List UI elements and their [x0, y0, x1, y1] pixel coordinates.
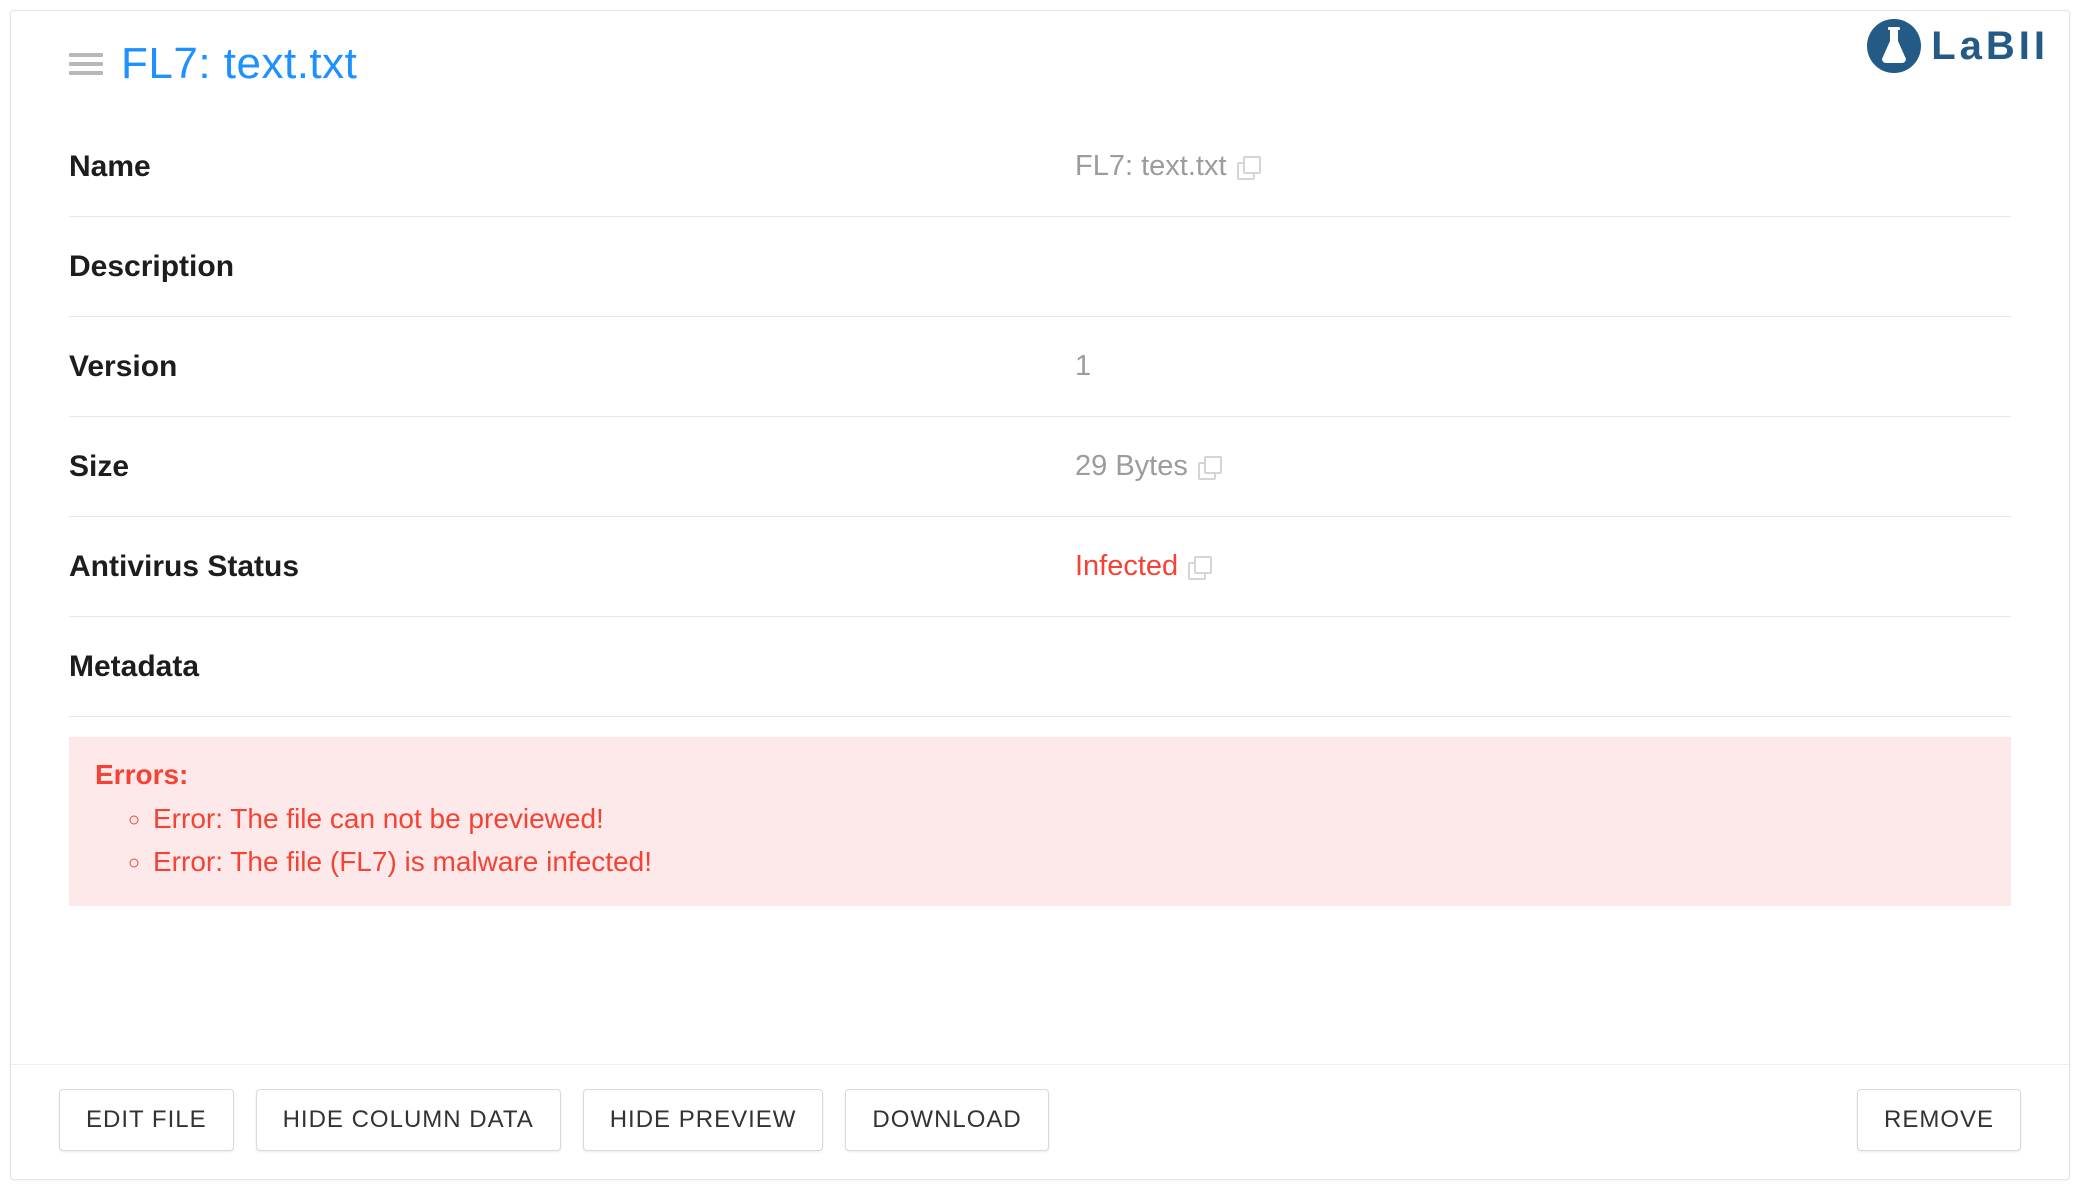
page-title: FL7: text.txt	[121, 39, 357, 89]
copy-icon[interactable]	[1237, 156, 1259, 178]
brand-name: LaBII	[1931, 24, 2049, 69]
label-description: Description	[69, 250, 1075, 284]
download-button[interactable]: DOWNLOAD	[845, 1089, 1048, 1151]
errors-panel: Errors: Error: The file can not be previ…	[69, 737, 2011, 906]
label-metadata: Metadata	[69, 650, 1075, 684]
action-bar: EDIT FILE HIDE COLUMN DATA HIDE PREVIEW …	[11, 1064, 2069, 1179]
copy-icon[interactable]	[1188, 556, 1210, 578]
value-version: 1	[1075, 350, 1091, 383]
row-metadata: Metadata	[69, 617, 2011, 717]
row-version: Version 1	[69, 317, 2011, 417]
hide-preview-button[interactable]: HIDE PREVIEW	[583, 1089, 824, 1151]
row-antivirus: Antivirus Status Infected	[69, 517, 2011, 617]
error-item: Error: The file (FL7) is malware infecte…	[153, 840, 1985, 883]
remove-button[interactable]: REMOVE	[1857, 1089, 2021, 1151]
hide-column-button[interactable]: HIDE COLUMN DATA	[256, 1089, 561, 1151]
brand-logo: LaBII	[1867, 19, 2049, 73]
error-item: Error: The file can not be previewed!	[153, 797, 1985, 840]
edit-file-button[interactable]: EDIT FILE	[59, 1089, 234, 1151]
label-name: Name	[69, 150, 1075, 184]
row-name: Name FL7: text.txt	[69, 117, 2011, 217]
row-size: Size 29 Bytes	[69, 417, 2011, 517]
errors-title: Errors:	[95, 759, 1985, 791]
hamburger-icon[interactable]	[69, 53, 103, 75]
label-antivirus: Antivirus Status	[69, 550, 1075, 584]
label-version: Version	[69, 350, 1075, 384]
errors-list: Error: The file can not be previewed! Er…	[95, 797, 1985, 884]
value-size: 29 Bytes	[1075, 450, 1220, 483]
flask-icon	[1867, 19, 1921, 73]
value-version-text: 1	[1075, 350, 1091, 383]
row-description: Description	[69, 217, 2011, 317]
value-antivirus: Infected	[1075, 550, 1210, 583]
value-antivirus-text: Infected	[1075, 550, 1178, 583]
header: FL7: text.txt	[11, 11, 2069, 97]
details-body: Name FL7: text.txt Description Version 1	[11, 97, 2069, 1064]
value-size-text: 29 Bytes	[1075, 450, 1188, 483]
value-name-text: FL7: text.txt	[1075, 150, 1227, 183]
value-name: FL7: text.txt	[1075, 150, 1259, 183]
label-size: Size	[69, 450, 1075, 484]
file-card: LaBII FL7: text.txt Name FL7: text.txt D…	[10, 10, 2070, 1180]
copy-icon[interactable]	[1198, 456, 1220, 478]
